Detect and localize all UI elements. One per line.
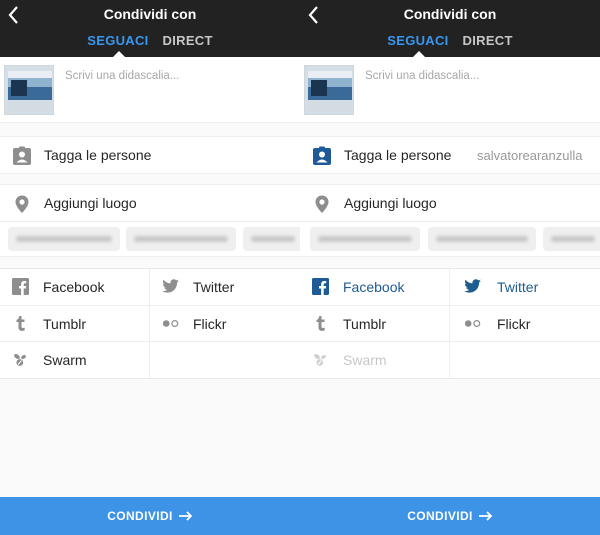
- add-location-label: Aggiungi luogo: [344, 195, 437, 211]
- tag-people-label: Tagga le persone: [44, 147, 152, 163]
- location-suggestion-chip[interactable]: [310, 227, 420, 251]
- arrow-right-icon: [478, 511, 493, 521]
- location-suggestion-chip[interactable]: [543, 227, 600, 251]
- location-suggestion-chip[interactable]: [126, 227, 236, 251]
- tab-direct[interactable]: DIRECT: [163, 33, 213, 48]
- share-button-label: CONDIVIDI: [407, 509, 473, 523]
- flickr-icon: [464, 319, 481, 327]
- facebook-icon: [312, 278, 329, 295]
- tab-bar: SEGUACI DIRECT: [300, 33, 600, 48]
- location-suggestion-chip[interactable]: [8, 227, 120, 251]
- share-flickr[interactable]: Flickr: [450, 306, 600, 342]
- swarm-label: Swarm: [43, 352, 87, 368]
- share-screen-right: Condividi con SEGUACI DIRECT Scrivi una …: [300, 0, 600, 535]
- share-button-label: CONDIVIDI: [107, 509, 173, 523]
- twitter-label: Twitter: [497, 279, 539, 295]
- flickr-icon: [162, 319, 179, 327]
- tab-seguaci[interactable]: SEGUACI: [387, 33, 448, 48]
- tab-seguaci[interactable]: SEGUACI: [87, 33, 148, 48]
- facebook-label: Facebook: [43, 279, 105, 295]
- header: Condividi con SEGUACI DIRECT: [300, 0, 600, 57]
- swarm-icon: [314, 354, 326, 366]
- share-empty-cell: [450, 342, 600, 378]
- share-empty-cell: [150, 342, 300, 378]
- location-pin-icon: [15, 195, 29, 213]
- tumblr-icon: [316, 315, 325, 331]
- location-suggestions: [0, 222, 300, 257]
- share-facebook[interactable]: Facebook: [0, 269, 150, 305]
- share-swarm[interactable]: Swarm: [0, 342, 150, 378]
- swarm-label: Swarm: [343, 352, 387, 368]
- twitter-icon: [162, 279, 179, 293]
- share-screen-left: Condividi con SEGUACI DIRECT Scrivi una …: [0, 0, 300, 535]
- location-suggestion-chip[interactable]: [243, 227, 300, 251]
- location-suggestion-chip[interactable]: [428, 227, 536, 251]
- share-targets: Facebook Twitter Tumblr Flickr Swarm: [300, 268, 600, 379]
- caption-row: Scrivi una didascalia...: [0, 57, 300, 123]
- share-twitter[interactable]: Twitter: [150, 269, 300, 305]
- flickr-label: Flickr: [193, 315, 227, 332]
- tagged-username: salvatorearanzulla: [477, 147, 583, 163]
- tumblr-label: Tumblr: [343, 315, 387, 332]
- share-swarm[interactable]: Swarm: [300, 342, 450, 378]
- share-button[interactable]: CONDIVIDI: [300, 497, 600, 535]
- tag-people-row[interactable]: Tagga le persone: [0, 136, 300, 174]
- tab-direct[interactable]: DIRECT: [463, 33, 513, 48]
- share-twitter[interactable]: Twitter: [450, 269, 600, 305]
- tag-people-row[interactable]: Tagga le persone salvatorearanzulla: [300, 136, 600, 174]
- facebook-icon: [12, 278, 29, 295]
- arrow-right-icon: [178, 511, 193, 521]
- facebook-label: Facebook: [343, 279, 405, 295]
- share-button[interactable]: CONDIVIDI: [0, 497, 300, 535]
- add-location-label: Aggiungi luogo: [44, 195, 137, 211]
- tab-bar: SEGUACI DIRECT: [0, 33, 300, 48]
- add-location-row[interactable]: Aggiungi luogo: [0, 184, 300, 222]
- twitter-icon: [464, 279, 481, 293]
- add-location-row[interactable]: Aggiungi luogo: [300, 184, 600, 222]
- caption-input[interactable]: Scrivi una didascalia...: [365, 70, 479, 82]
- location-suggestions: [300, 222, 600, 257]
- share-tumblr[interactable]: Tumblr: [300, 305, 450, 341]
- tumblr-icon: [16, 315, 25, 331]
- share-facebook[interactable]: Facebook: [300, 269, 450, 305]
- share-flickr[interactable]: Flickr: [150, 306, 300, 342]
- tumblr-label: Tumblr: [43, 315, 87, 332]
- tag-people-label: Tagga le persone: [344, 147, 452, 163]
- person-badge-icon: [313, 146, 331, 165]
- flickr-label: Flickr: [497, 315, 531, 332]
- person-badge-icon: [13, 146, 31, 165]
- share-targets: Facebook Twitter Tumblr Flickr Swarm: [0, 268, 300, 379]
- page-title: Condividi con: [103, 6, 197, 22]
- caption-input[interactable]: Scrivi una didascalia...: [65, 70, 179, 82]
- photo-thumbnail: [4, 65, 54, 115]
- share-tumblr[interactable]: Tumblr: [0, 305, 150, 341]
- twitter-label: Twitter: [193, 279, 235, 295]
- caption-row: Scrivi una didascalia...: [300, 57, 600, 123]
- swarm-icon: [14, 354, 26, 366]
- page-title: Condividi con: [403, 6, 497, 22]
- header: Condividi con SEGUACI DIRECT: [0, 0, 300, 57]
- photo-thumbnail: [304, 65, 354, 115]
- location-pin-icon: [315, 195, 329, 213]
